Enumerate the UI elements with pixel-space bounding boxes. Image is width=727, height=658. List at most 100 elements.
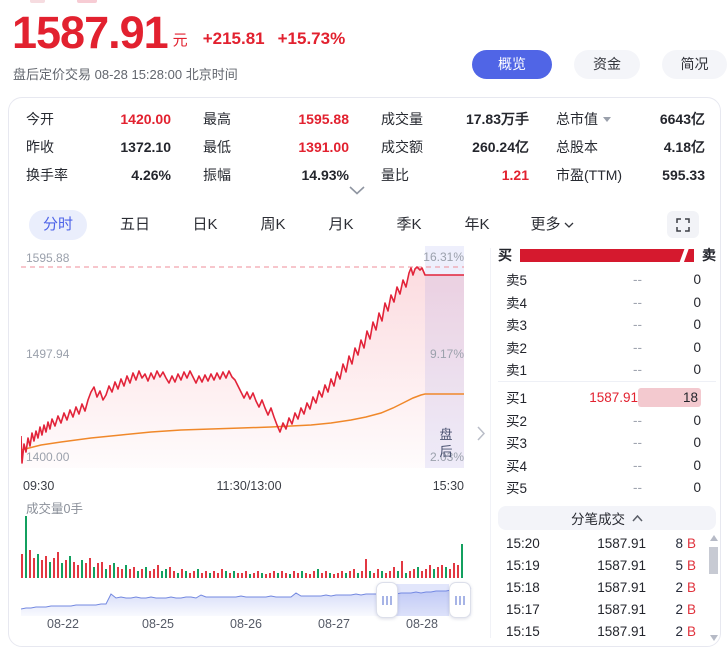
tab-周K[interactable]: 周K: [253, 210, 293, 240]
ob-price: --: [556, 295, 642, 310]
trade-qty-value: 2: [675, 624, 683, 639]
view-tab-2[interactable]: 资金: [574, 50, 640, 79]
bid-row: 买4--0: [498, 454, 716, 476]
scroll-down-arrow[interactable]: [710, 635, 718, 641]
tab-日K[interactable]: 日K: [185, 210, 225, 240]
stats-expand-button[interactable]: [349, 182, 371, 198]
ob-price: --: [556, 413, 642, 428]
trade-qty-value: 2: [675, 602, 683, 617]
stat-value: 1391.00: [298, 139, 349, 155]
navigator-handle-right[interactable]: [449, 582, 471, 618]
fullscreen-button[interactable]: [667, 211, 699, 238]
trade-qty-value: 8: [675, 536, 683, 551]
tab-分时[interactable]: 分时: [29, 210, 87, 240]
trade-side: B: [687, 536, 696, 551]
trade-qty-value: 2: [675, 580, 683, 595]
trade-time: 15:19: [506, 558, 556, 573]
trade-time: 15:15: [506, 624, 556, 639]
chevron-down-icon: [349, 186, 365, 195]
trade-ticks-title: 分笔成交: [571, 508, 625, 528]
ob-level-label: 卖5: [498, 269, 556, 289]
view-tab-3[interactable]: 简况: [662, 50, 727, 79]
buy-label: 买: [498, 245, 512, 265]
stat-label: 昨收: [26, 137, 54, 157]
x-label-mid: 11:30/13:00: [194, 479, 304, 493]
stat-cell: 振幅14.93%: [203, 162, 349, 188]
bid-row: 买2--0: [498, 409, 716, 431]
tab-五日[interactable]: 五日: [115, 210, 155, 240]
ob-price: --: [556, 458, 642, 473]
trade-price: 1587.91: [556, 602, 646, 617]
buy-sell-ratio-bar: [520, 249, 694, 262]
stat-label: 市盈(TTM): [556, 165, 622, 185]
ob-price: --: [556, 480, 642, 495]
pct-label-low: 2.03%: [404, 450, 464, 464]
ob-price: --: [556, 317, 642, 332]
stat-cell: 最高1595.88: [203, 106, 349, 132]
stat-value: 595.33: [662, 167, 705, 183]
stat-value: 260.24亿: [472, 137, 529, 157]
sell-label: 卖: [702, 245, 716, 265]
scroll-up-arrow[interactable]: [710, 535, 718, 541]
ob-qty: 0: [642, 295, 701, 310]
trade-ticks-header[interactable]: 分笔成交: [498, 506, 716, 530]
ob-level-label: 买5: [498, 477, 556, 497]
tab-年K[interactable]: 年K: [457, 210, 497, 240]
tab-季K[interactable]: 季K: [389, 210, 429, 240]
order-book-divider: [498, 381, 716, 382]
stat-label: 成交额: [381, 137, 423, 157]
bid-row: 买5--0: [498, 476, 716, 498]
fullscreen-icon: [676, 218, 690, 232]
stat-label: 最高: [203, 109, 231, 129]
ob-qty: 18: [638, 388, 701, 407]
volume-chart: [21, 512, 464, 578]
stat-value: 14.93%: [302, 167, 349, 183]
stat-cell: 成交额 260.24亿: [381, 134, 529, 160]
caret-down-icon[interactable]: [603, 117, 611, 122]
ratio-bar-notch: [679, 246, 689, 264]
price-header: 1587.91 元 +215.81 +15.73%: [12, 8, 345, 58]
ob-level-label: 买2: [498, 410, 556, 430]
trade-time: 15:18: [506, 580, 556, 595]
stat-value: 1420.00: [120, 111, 171, 127]
top-strip-2: [77, 0, 97, 3]
quote-card: 今开1420.00最高1595.88成交量17.83万手总市值6643亿昨收13…: [8, 97, 721, 647]
scrollbar-thumb[interactable]: [709, 547, 718, 574]
ob-qty: 0: [642, 317, 701, 332]
stat-cell: 昨收 1372.10: [26, 134, 171, 160]
view-tab-1[interactable]: 概览: [472, 50, 552, 79]
stat-label: 今开: [26, 109, 54, 129]
trade-row: 15:151587.91 2B: [498, 620, 709, 642]
ob-qty: 0: [642, 413, 701, 428]
trades-scrollbar[interactable]: [709, 535, 718, 641]
stat-value: 1372.10: [120, 139, 171, 155]
after-hours-label: 盘后: [438, 426, 454, 460]
ob-level-label: 买1: [498, 387, 555, 407]
navigator-selected-range[interactable]: [396, 584, 449, 616]
stat-cell: 总股本 4.18亿: [556, 134, 705, 160]
chevron-down-icon: [564, 222, 574, 228]
session-timestamp: 盘后定价交易 08-28 15:28:00 北京时间: [13, 64, 238, 83]
navigator-handle-left[interactable]: [376, 582, 398, 618]
stat-label: 量比: [381, 165, 409, 185]
stat-label: 总股本: [556, 137, 598, 157]
trade-price: 1587.91: [556, 624, 646, 639]
ob-level-label: 卖1: [498, 359, 556, 379]
ob-price: --: [556, 362, 642, 377]
trade-time: 15:17: [506, 602, 556, 617]
currency-unit: 元: [173, 29, 188, 50]
panel-collapse-arrow[interactable]: [477, 426, 485, 446]
x-label-open: 09:30: [23, 479, 54, 493]
trade-row: 15:191587.915B: [498, 554, 709, 576]
stat-value: 4.26%: [131, 167, 171, 183]
trade-side: B: [687, 624, 696, 639]
navigator-date-label: 08-26: [216, 617, 276, 631]
stat-label: 成交量: [381, 109, 423, 129]
stat-value: 4.18亿: [664, 137, 705, 157]
tab-more[interactable]: 更多: [525, 210, 579, 240]
stat-cell: 总市值6643亿: [556, 106, 705, 132]
navigator-date-label: 08-28: [392, 617, 452, 631]
tab-月K[interactable]: 月K: [321, 210, 361, 240]
ob-qty: 0: [642, 458, 701, 473]
ask-row: 卖4--0: [498, 291, 716, 313]
